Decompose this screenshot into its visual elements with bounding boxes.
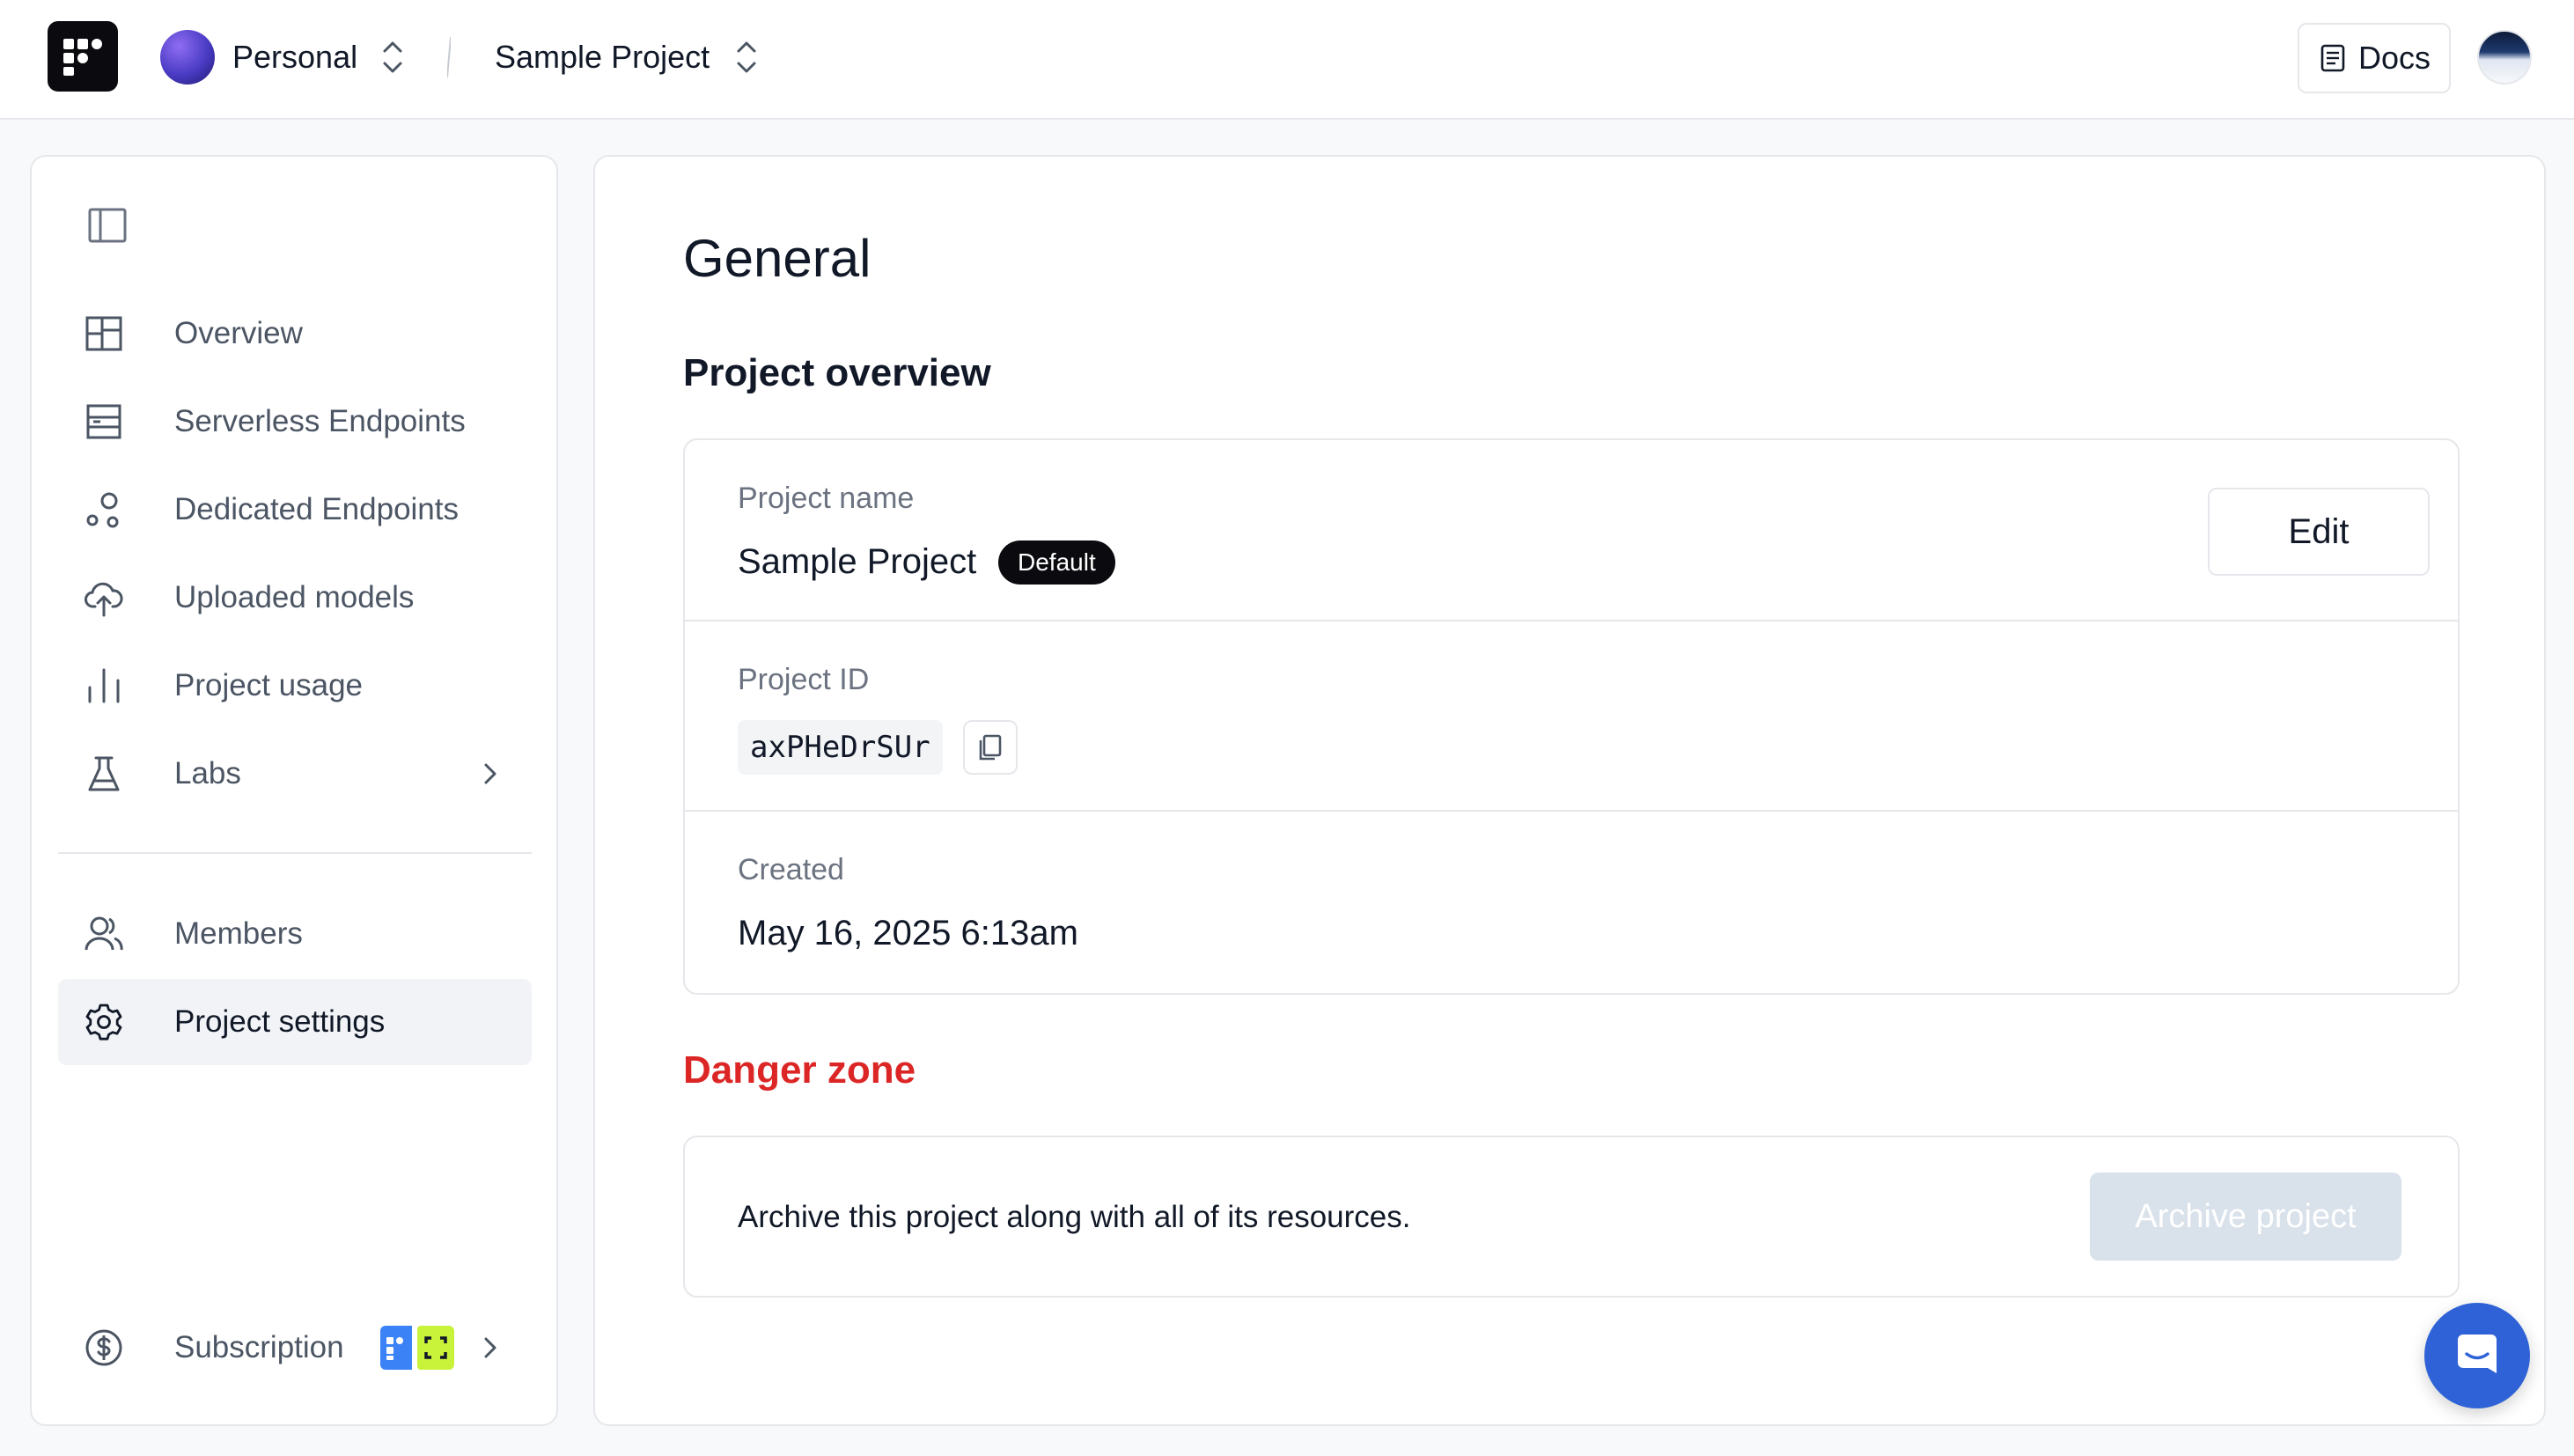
project-overview-card: Project name Sample Project Default Edit… — [683, 438, 2460, 995]
row-divider — [685, 620, 2458, 621]
logo-icon — [386, 1337, 403, 1360]
chat-icon — [2458, 1335, 2497, 1373]
sidebar-divider — [58, 852, 532, 854]
dollar-circle-icon — [85, 1329, 122, 1366]
section-title-project-overview: Project overview — [683, 351, 991, 394]
users-icon — [85, 916, 123, 951]
project-id-value: axPHeDrSUr — [738, 720, 943, 775]
sidebar-item-dedicated-endpoints[interactable]: Dedicated Endpoints — [58, 467, 532, 553]
default-badge: Default — [998, 540, 1115, 585]
flask-icon — [88, 756, 120, 791]
docs-icon — [2320, 44, 2345, 72]
chat-launcher-button[interactable] — [2424, 1303, 2530, 1408]
copy-icon — [979, 734, 1002, 761]
chevron-right-icon — [484, 1337, 496, 1358]
plan-badge — [380, 1326, 454, 1370]
org-switcher-label[interactable]: Personal — [232, 37, 357, 77]
sidebar-item-uploaded-models[interactable]: Uploaded models — [58, 555, 532, 641]
sidebar-item-project-usage[interactable]: Project usage — [58, 643, 532, 729]
sidebar-item-label: Overview — [174, 316, 303, 350]
sidebar-item-serverless-endpoints[interactable]: Serverless Endpoints — [58, 379, 532, 465]
app-logo[interactable] — [48, 21, 118, 92]
copy-button[interactable] — [963, 720, 1018, 775]
sidebar-item-subscription[interactable]: Subscription — [58, 1305, 532, 1391]
row-divider — [685, 810, 2458, 812]
frame-icon — [424, 1336, 447, 1359]
section-title-danger-zone: Danger zone — [683, 1048, 916, 1092]
sidebar-item-label: Dedicated Endpoints — [174, 492, 459, 526]
sidebar-item-label: Serverless Endpoints — [174, 404, 466, 438]
sidebar-item-label: Labs — [174, 756, 241, 791]
org-avatar[interactable] — [160, 30, 215, 85]
sidebar-item-overview[interactable]: Overview — [58, 290, 532, 377]
edit-button[interactable]: Edit — [2208, 488, 2430, 576]
top-bar: Personal Sample Project Docs — [0, 0, 2574, 120]
created-value: May 16, 2025 6:13am — [738, 914, 1078, 952]
logo-icon — [63, 39, 102, 76]
sidebar-item-label: Members — [174, 916, 303, 951]
sidebar-item-labs[interactable]: Labs — [58, 731, 532, 817]
project-name-label: Project name — [738, 482, 915, 515]
docs-label: Docs — [2357, 40, 2431, 76]
project-id-label: Project ID — [738, 663, 870, 696]
subscription-label: Subscription — [174, 1330, 344, 1364]
chevron-up-down-icon[interactable] — [377, 37, 408, 77]
created-label: Created — [738, 853, 844, 886]
sidebar-item-members[interactable]: Members — [58, 891, 532, 977]
sidebar-item-label: Uploaded models — [174, 580, 415, 614]
server-icon — [86, 404, 121, 439]
chevron-up-down-icon[interactable] — [731, 37, 762, 77]
gear-icon — [85, 1004, 122, 1041]
sidebar-item-label: Project usage — [174, 668, 364, 702]
sidebar-item-project-settings[interactable]: Project settings — [58, 979, 532, 1065]
main-panel: General Project overview Project name Sa… — [593, 155, 2546, 1426]
breadcrumb-separator — [447, 36, 451, 78]
user-avatar[interactable] — [2477, 30, 2532, 85]
project-switcher-label[interactable]: Sample Project — [495, 37, 710, 77]
chevron-right-icon — [484, 763, 496, 784]
bar-chart-icon — [88, 668, 120, 703]
archive-description: Archive this project along with all of i… — [738, 1200, 1411, 1234]
layout-icon — [85, 316, 122, 351]
sidebar-item-label: Project settings — [174, 1004, 386, 1039]
archive-project-button[interactable]: Archive project — [2090, 1173, 2401, 1261]
sidebar: Overview Serverless Endpoints Dedicated … — [30, 155, 558, 1426]
cloud-upload-icon — [85, 582, 123, 617]
danger-zone-card: Archive this project along with all of i… — [683, 1136, 2460, 1298]
nodes-icon — [86, 492, 119, 528]
project-name-value: Sample Project — [738, 542, 977, 581]
docs-button[interactable]: Docs — [2298, 23, 2451, 93]
sidebar-toggle-icon[interactable] — [86, 204, 129, 246]
page-title: General — [683, 229, 871, 288]
